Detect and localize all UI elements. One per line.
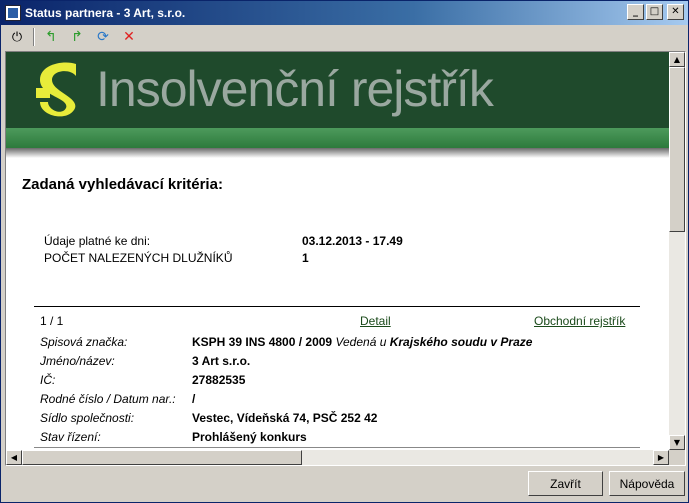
name-value: 3 Art s.r.o. xyxy=(192,354,251,368)
court-prefix: Vedená u xyxy=(335,335,387,349)
horizontal-scroll-thumb[interactable] xyxy=(22,450,302,465)
result-pager: 1 / 1 xyxy=(40,314,64,328)
maximize-button[interactable]: □ xyxy=(646,4,663,20)
debtors-count-label: POČET NALEZENÝCH DLUŽNÍKŮ xyxy=(44,251,233,265)
scrollbar-corner xyxy=(669,450,685,465)
registry-logo xyxy=(36,62,76,117)
ico-label: IČ: xyxy=(40,373,56,387)
divider xyxy=(34,306,640,307)
vertical-scrollbar[interactable]: ▲ ▼ xyxy=(669,52,685,450)
minimize-button[interactable]: _ xyxy=(627,4,644,20)
case-number-label: Spisová značka: xyxy=(40,335,128,349)
seat-label: Sídlo společnosti: xyxy=(40,411,135,425)
refresh-icon[interactable]: ⟳ xyxy=(93,27,113,47)
app-icon xyxy=(5,5,21,21)
help-button[interactable]: Nápověda xyxy=(609,471,685,496)
birth-number-value: / xyxy=(192,392,196,406)
title-bar[interactable]: Status partnera - 3 Art, s.r.o. _ □ ✕ xyxy=(1,1,688,25)
app-window: Status partnera - 3 Art, s.r.o. _ □ ✕ ⏻ … xyxy=(0,0,689,503)
status-value: Prohlášený konkurs xyxy=(192,430,307,444)
debtors-count-value: 1 xyxy=(302,251,309,265)
business-registry-link[interactable]: Obchodní rejstřík xyxy=(534,314,625,328)
scroll-up-button[interactable]: ▲ xyxy=(669,52,685,67)
case-number: KSPH 39 INS 4800 / 2009 xyxy=(192,335,333,349)
registry-banner: Insolvenční rejstřík xyxy=(6,52,669,158)
criteria-heading: Zadaná vyhledávací kritéria: xyxy=(22,176,223,193)
valid-date-value: 03.12.2013 - 17.49 xyxy=(302,234,403,248)
court-name: Krajského soudu v Praze xyxy=(389,335,533,349)
bottom-divider xyxy=(34,447,640,448)
close-window-button[interactable]: ✕ xyxy=(667,4,684,20)
close-button[interactable]: Zavřít xyxy=(528,471,603,496)
case-number-value: KSPH 39 INS 4800 / 2009 Vedená u Krajské… xyxy=(192,335,532,349)
status-label: Stav řízení: xyxy=(40,430,101,444)
banner-stripe xyxy=(6,128,669,148)
forward-icon[interactable]: ↱ xyxy=(67,27,87,47)
horizontal-scrollbar[interactable]: ◀ ▶ xyxy=(6,450,669,465)
detail-link[interactable]: Detail xyxy=(360,314,391,328)
valid-date-label: Údaje platné ke dni: xyxy=(44,234,151,248)
stop-icon[interactable]: ✕ xyxy=(119,27,139,47)
power-icon[interactable]: ⏻ xyxy=(7,27,27,47)
toolbar: ⏻ ↰ ↱ ⟳ ✕ xyxy=(3,26,686,48)
scroll-right-button[interactable]: ▶ xyxy=(653,450,669,465)
toolbar-separator xyxy=(33,28,35,46)
scroll-left-button[interactable]: ◀ xyxy=(6,450,22,465)
back-icon[interactable]: ↰ xyxy=(41,27,61,47)
seat-value: Vestec, Vídeňská 74, PSČ 252 42 xyxy=(192,411,378,425)
banner-title: Insolvenční rejstřík xyxy=(96,61,494,117)
window-title: Status partnera - 3 Art, s.r.o. xyxy=(25,6,186,20)
ico-value: 27882535 xyxy=(192,373,246,387)
window-controls: _ □ ✕ xyxy=(627,4,684,20)
browser-frame: Insolvenční rejstřík Zadaná vyhledávací … xyxy=(5,51,686,466)
vertical-scroll-thumb[interactable] xyxy=(669,67,685,232)
birth-number-label: Rodné číslo / Datum nar.: xyxy=(40,392,176,406)
scroll-down-button[interactable]: ▼ xyxy=(669,435,685,450)
banner-shadow xyxy=(6,148,669,158)
name-label: Jméno/název: xyxy=(40,354,115,368)
page-viewport: Insolvenční rejstřík Zadaná vyhledávací … xyxy=(6,52,669,450)
